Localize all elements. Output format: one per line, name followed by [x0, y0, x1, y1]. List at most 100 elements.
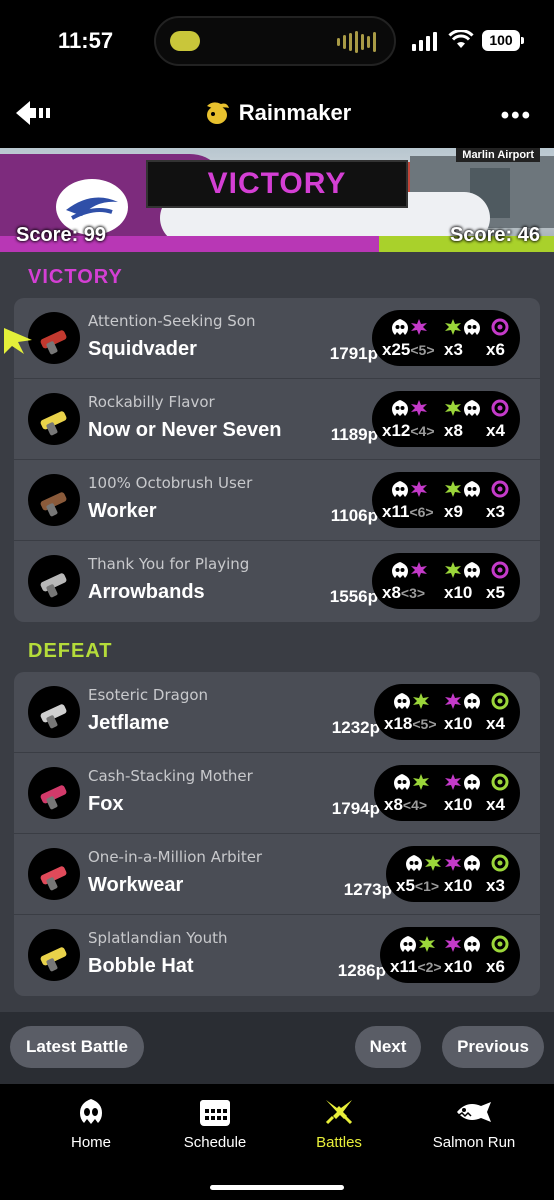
- player-row[interactable]: Thank You for Playing Arrowbands 1556p x…: [14, 541, 540, 622]
- tab-battles-label: Battles: [316, 1134, 362, 1151]
- player-row[interactable]: Attention-Seeking Son Squidvader 1791p x…: [14, 298, 540, 379]
- player-stats: x25<5> x3 x6: [372, 310, 520, 366]
- stage-banner: Marlin Airport VICTORY Score: 99 Score: …: [0, 148, 554, 252]
- battles-icon: [325, 1100, 353, 1125]
- player-stats: x12<4> x8 x4: [372, 391, 520, 447]
- splat-count: x18<5>: [384, 714, 437, 734]
- death-count: x10: [444, 714, 473, 733]
- page-title: Rainmaker: [203, 100, 351, 126]
- death-squid-icon: [462, 692, 482, 710]
- player-name: Jetflame: [88, 712, 170, 734]
- special-use-count: x3: [486, 876, 505, 895]
- death-icon: [444, 480, 464, 498]
- special-count: <5>: [412, 716, 437, 732]
- splat-icon: [392, 773, 412, 791]
- player-row[interactable]: 100% Octobrush User Worker 1106p x11<6> …: [14, 460, 540, 541]
- splat-value: x11: [390, 957, 418, 976]
- splat-icon: [398, 935, 418, 953]
- victory-team-card: Attention-Seeking Son Squidvader 1791p x…: [14, 298, 540, 622]
- ellipsis-icon[interactable]: •••: [501, 102, 532, 130]
- previous-button[interactable]: Previous: [442, 1026, 544, 1068]
- splat-splash-icon: [410, 480, 430, 498]
- splat-count: x11<2>: [390, 957, 442, 977]
- death-icon: [444, 561, 464, 579]
- splat-count: x11<6>: [382, 502, 434, 522]
- splat-count: x25<5>: [382, 340, 435, 360]
- battle-detail: VICTORY Attention-Seeking Son Squidvader…: [0, 252, 554, 1012]
- splat-icon: [390, 399, 410, 417]
- player-row[interactable]: Rockabilly Flavor Now or Never Seven 118…: [14, 379, 540, 460]
- player-name: Fox: [88, 793, 124, 815]
- status-time: 11:57: [58, 28, 114, 53]
- squid-icon: [80, 1099, 102, 1124]
- player-row[interactable]: Cash-Stacking Mother Fox 1794p x8<4> x10…: [14, 753, 540, 834]
- death-squid-icon: [462, 935, 482, 953]
- death-icon: [444, 773, 464, 791]
- player-title: Esoteric Dragon: [88, 686, 209, 704]
- special-weapon-icon: [490, 935, 510, 953]
- wiper-icon: [28, 555, 80, 607]
- cellular-signal-icon: [412, 32, 437, 51]
- splat-icon: [390, 480, 410, 498]
- player-row[interactable]: Splatlandian Youth Bobble Hat 1286p x11<…: [14, 915, 540, 996]
- special-use-count: x6: [486, 957, 505, 976]
- player-stats: x8<4> x10 x4: [374, 765, 520, 821]
- special-count: <6>: [409, 504, 434, 520]
- player-points: 1286p: [337, 961, 386, 980]
- player-row[interactable]: Esoteric Dragon Jetflame 1232p x18<5> x1…: [14, 672, 540, 753]
- splattershot-icon: [28, 312, 80, 364]
- victory-team-label: VICTORY: [28, 266, 123, 288]
- player-name: Bobble Hat: [88, 955, 194, 977]
- splat-count: x12<4>: [382, 421, 435, 441]
- status-bar: 11:57 100: [0, 0, 554, 84]
- death-squid-icon: [462, 773, 482, 791]
- tab-schedule[interactable]: Schedule: [170, 1096, 260, 1151]
- tab-battles[interactable]: Battles: [294, 1096, 384, 1151]
- tab-salmon-run-label: Salmon Run: [432, 1134, 516, 1151]
- splat-splash-icon: [412, 692, 432, 710]
- defeat-team-card: Esoteric Dragon Jetflame 1232p x18<5> x1…: [14, 672, 540, 996]
- stage-name: Marlin Airport: [456, 148, 540, 162]
- special-count: <5>: [410, 342, 435, 358]
- player-points: 1791p: [329, 344, 378, 363]
- calendar-icon: [200, 1100, 230, 1126]
- charger-icon: [28, 767, 80, 819]
- death-icon: [444, 692, 464, 710]
- death-squid-icon: [462, 318, 482, 336]
- special-weapon-icon: [490, 561, 510, 579]
- self-indicator-icon: [4, 328, 32, 354]
- defeat-team-label: DEFEAT: [28, 640, 113, 662]
- splat-icon: [404, 854, 424, 872]
- special-weapon-icon: [490, 399, 510, 417]
- tab-home[interactable]: Home: [46, 1096, 136, 1151]
- tab-salmon-run[interactable]: Salmon Run: [412, 1096, 536, 1151]
- splat-value: x5: [396, 876, 415, 895]
- navigation-buttons: Latest Battle Next Previous: [0, 1012, 554, 1084]
- home-indicator: [210, 1185, 344, 1190]
- latest-battle-button[interactable]: Latest Battle: [10, 1026, 144, 1068]
- app-header: Rainmaker •••: [0, 84, 554, 148]
- special-count: <3>: [400, 585, 426, 601]
- splatling-icon: [28, 686, 80, 738]
- death-squid-icon: [462, 399, 482, 417]
- splat-count: x5<1>: [396, 876, 439, 896]
- special-weapon-icon: [490, 692, 510, 710]
- death-squid-icon: [462, 854, 482, 872]
- splat-splash-icon: [410, 399, 430, 417]
- death-count: x3: [444, 340, 463, 359]
- audio-wave-icon: [337, 30, 376, 54]
- player-name: Squidvader: [88, 338, 197, 360]
- player-points: 1106p: [330, 506, 378, 525]
- blaster-icon: [28, 393, 80, 445]
- splat-splash-icon: [412, 773, 432, 791]
- next-button[interactable]: Next: [355, 1026, 421, 1068]
- splat-value: x12: [382, 421, 411, 440]
- player-row[interactable]: One-in-a-Million Arbiter Workwear 1273p …: [14, 834, 540, 915]
- wifi-icon: [448, 30, 474, 48]
- player-points: 1232p: [331, 718, 380, 737]
- player-stats: x11<6> x9 x3: [372, 472, 520, 528]
- player-title: Thank You for Playing: [88, 555, 250, 573]
- splat-value: x11: [382, 502, 410, 521]
- splat-splash-icon: [424, 854, 444, 872]
- splat-value: x8: [382, 583, 401, 602]
